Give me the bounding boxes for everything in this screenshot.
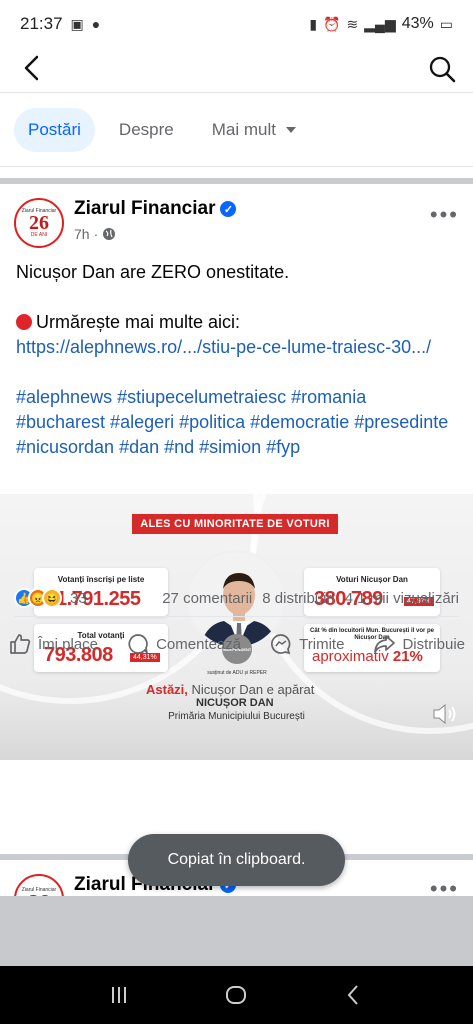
toast-message: Copiat în clipboard. — [128, 834, 345, 886]
post-text-line: Nicușor Dan are ZERO onestitate. — [16, 262, 290, 282]
status-bar: 21:37 ▣ ● ▮ ⏰ ≋ ▂▄▆ 43% ▭ — [0, 0, 473, 48]
graphic-banner: ALES CU MINORITATE DE VOTURI — [132, 514, 338, 534]
notification-icon: ● — [91, 16, 101, 32]
graphic-caption: Astăzi, Nicușor Dan e apărat — [146, 682, 314, 697]
battery-saver-icon: ▮ — [309, 15, 318, 32]
comment-label: Comentează — [156, 635, 242, 653]
send-label: Trimite — [299, 635, 345, 653]
profile-tabs: Postări Despre Mai mult — [0, 104, 473, 156]
candidate-name: NICUȘOR DAN — [196, 697, 274, 709]
reactions-count[interactable]: 33 — [70, 590, 87, 607]
support-text: susținut de ADU și REPER — [207, 670, 267, 676]
sound-icon[interactable] — [431, 702, 459, 726]
tab-label: Mai mult — [211, 120, 276, 139]
avatar-bottom-text: DE ANI — [30, 232, 48, 238]
recent-apps-icon[interactable] — [105, 981, 133, 1009]
page-name-link[interactable]: Ziarul Financiar ✓ — [74, 198, 237, 220]
comment-button[interactable]: Comentează — [126, 632, 241, 656]
divider — [0, 166, 473, 167]
battery-level: 43% — [401, 15, 434, 32]
wifi-icon: ≋ — [346, 15, 359, 32]
post-time[interactable]: 7h — [74, 226, 90, 242]
thumbs-up-icon — [10, 634, 31, 654]
candidate-office: Primăria Municipiului București — [168, 711, 305, 722]
more-options-button[interactable]: ••• — [430, 876, 459, 896]
post-actions: Îmi place Comentează Trimite Distribuie — [0, 624, 473, 664]
divider — [14, 616, 459, 617]
status-time: 21:37 — [20, 14, 63, 33]
haha-reaction-icon[interactable]: 😆 — [42, 588, 62, 608]
post-hashtags[interactable]: #alephnews #stiupecelumetraiesc #romania… — [16, 385, 457, 460]
views-count: 4,1 mii vizualizări — [344, 589, 459, 607]
red-circle-icon — [16, 314, 32, 330]
more-options-button[interactable]: ••• — [430, 202, 459, 228]
back-button[interactable] — [16, 50, 48, 86]
post-header: Ziarul Financiar 26 DE ANI Ziarul Financ… — [0, 184, 473, 260]
engagement-stats: 👍 😠 😆 33 27 comentarii 8 distribuiri 4,1… — [0, 582, 473, 614]
avatar-number: 26 — [29, 212, 49, 234]
caret-down-icon — [285, 127, 296, 133]
tab-more[interactable]: Mai mult — [198, 108, 310, 152]
like-label: Îmi place — [38, 635, 99, 653]
tab-label: Postări — [28, 120, 81, 139]
comments-count[interactable]: 27 comentarii — [162, 590, 252, 607]
back-arrow-icon — [24, 55, 39, 81]
caption-grey: Nicușor Dan e apărat — [187, 682, 315, 697]
verified-badge-icon: ✓ — [220, 201, 237, 217]
meta-separator: · — [93, 226, 99, 242]
comment-icon — [128, 634, 148, 654]
caption-red: Astăzi, — [146, 682, 188, 697]
send-button[interactable]: Trimite — [269, 632, 344, 656]
share-button[interactable]: Distribuie — [372, 632, 465, 656]
globe-icon — [103, 228, 116, 240]
post-cta-text: Urmărește mai multe aici: — [36, 312, 241, 332]
tab-posts[interactable]: Postări — [14, 108, 95, 152]
page-name: Ziarul Financiar — [74, 198, 216, 219]
messenger-icon — [271, 634, 291, 655]
post-cta-line: Urmărește mai multe aici: — [16, 310, 457, 335]
tab-label: Despre — [118, 120, 174, 139]
page-avatar[interactable]: Ziarul Financiar 26 DE ANI — [14, 198, 64, 248]
share-label: Distribuie — [402, 635, 465, 653]
post-link[interactable]: https://alephnews.ro/.../stiu-pe-ce-lume… — [16, 335, 457, 360]
back-nav-icon[interactable] — [340, 981, 368, 1009]
loading-area — [0, 896, 473, 966]
tab-about[interactable]: Despre — [105, 108, 188, 152]
system-navigation-bar — [0, 966, 473, 1024]
search-icon — [429, 56, 456, 83]
signal-icon: ▂▄▆ — [364, 15, 396, 32]
gallery-icon: ▣ — [70, 15, 84, 32]
like-button[interactable]: Îmi place — [8, 632, 98, 656]
divider — [0, 92, 473, 93]
battery-icon: ▭ — [439, 15, 453, 32]
feed-post: Ziarul Financiar 26 DE ANI Ziarul Financ… — [0, 184, 473, 760]
post-meta: 7h · — [74, 226, 116, 242]
home-icon[interactable] — [222, 981, 250, 1009]
page-avatar[interactable]: Ziarul Financiar 26 — [14, 874, 64, 896]
search-button[interactable] — [425, 52, 459, 86]
post-body: Nicușor Dan are ZERO onestitate. Urmăreș… — [0, 260, 473, 460]
top-navigation — [0, 48, 473, 92]
alarm-icon: ⏰ — [323, 15, 341, 32]
shares-count[interactable]: 8 distribuiri — [262, 590, 335, 607]
share-icon — [374, 635, 396, 653]
